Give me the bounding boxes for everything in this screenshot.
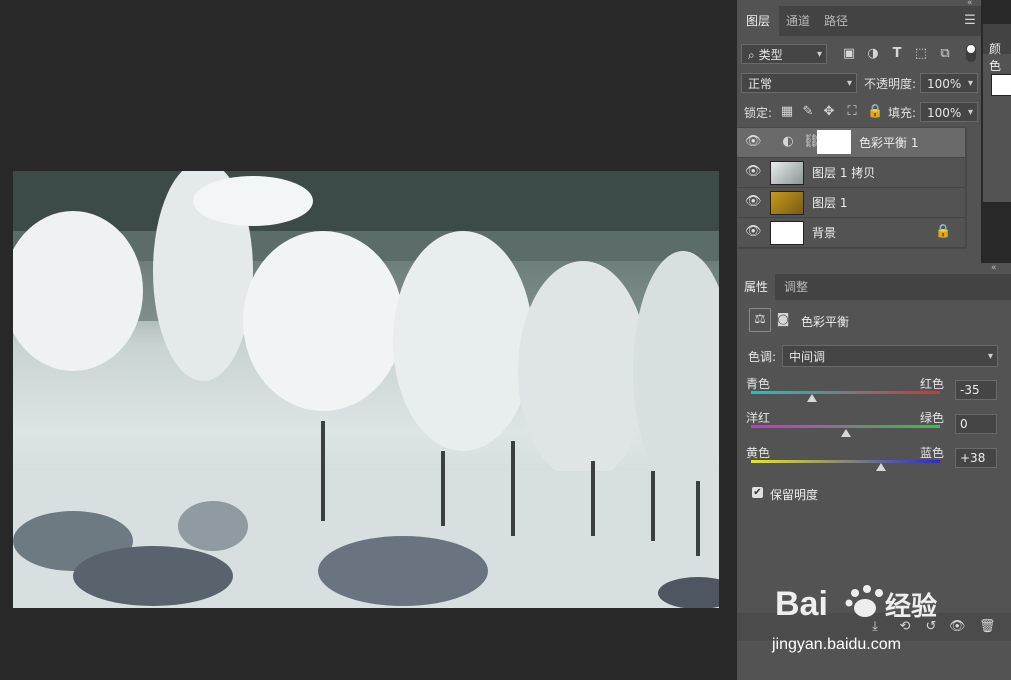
visibility-eye-icon[interactable]: 👁	[745, 164, 762, 180]
lock-all-icon[interactable]: 🔒	[867, 104, 883, 120]
canvas-image[interactable]	[13, 171, 719, 608]
filter-adjustment-icon[interactable]: ◑	[866, 46, 880, 62]
lock-label: 锁定:	[744, 106, 773, 120]
slider-label-magenta: 洋红	[746, 411, 771, 425]
chevron-down-icon: ▾	[816, 49, 822, 60]
yellow-blue-slider-knob[interactable]	[876, 463, 887, 471]
watermark-url: jingyan.baidu.com	[772, 636, 901, 653]
fill-value: 100%	[927, 106, 962, 120]
tab-paths[interactable]: 路径	[817, 6, 855, 36]
chevron-down-icon: ▾	[846, 78, 852, 89]
visibility-eye-icon[interactable]: 👁	[745, 134, 762, 150]
visibility-eye-icon[interactable]: 👁	[745, 224, 762, 240]
filter-text-icon[interactable]: T	[890, 46, 904, 62]
filter-toggle[interactable]	[966, 44, 976, 62]
magenta-green-slider-knob[interactable]	[840, 429, 851, 437]
opacity-input[interactable]: 100% ▾	[920, 73, 978, 93]
tab-properties[interactable]: 属性	[737, 274, 775, 300]
tab-adjustments[interactable]: 调整	[777, 274, 815, 300]
tone-value: 中间调	[789, 350, 826, 364]
magenta-green-track[interactable]	[751, 425, 940, 428]
panel-menu-icon[interactable]: ☰	[963, 13, 977, 29]
slider-label-red: 红色	[920, 377, 945, 391]
foreground-color-swatch[interactable]	[991, 74, 1011, 96]
cyan-red-value[interactable]: -35	[955, 380, 997, 400]
mask-icon[interactable]: ◙	[775, 312, 791, 328]
slider-label-cyan: 青色	[746, 377, 771, 391]
properties-tabbar: 属性 调整	[737, 274, 1011, 300]
filter-smart-object-icon[interactable]: ⧉	[938, 46, 952, 62]
properties-title: 色彩平衡	[801, 315, 850, 329]
chevron-down-icon: ▾	[967, 107, 973, 118]
opacity-label: 不透明度:	[864, 77, 917, 91]
slider-label-green: 绿色	[920, 411, 945, 425]
collapse-icon[interactable]: «	[967, 0, 981, 8]
layer-thumbnail	[770, 191, 804, 215]
fill-label: 填充:	[888, 106, 917, 120]
chevron-down-icon: ▾	[987, 351, 993, 362]
layer-row-layer1-copy[interactable]: 👁 图层 1 拷贝	[737, 158, 965, 188]
delete-trash-icon[interactable]: 🗑	[979, 619, 996, 635]
lock-position-icon[interactable]: ✥	[822, 104, 836, 120]
tab-layers[interactable]: 图层	[737, 6, 779, 36]
lock-brush-icon[interactable]: ✎	[801, 104, 815, 120]
yellow-blue-track[interactable]	[751, 460, 940, 463]
preserve-luminosity-label: 保留明度	[770, 488, 819, 502]
layer-name: 背景	[812, 226, 837, 240]
layer-thumbnail	[770, 161, 804, 185]
cyan-red-track[interactable]	[751, 391, 940, 394]
slider-label-blue: 蓝色	[920, 446, 945, 460]
landscape-photo	[13, 171, 719, 608]
blend-mode-value: 正常	[748, 77, 773, 91]
balance-scale-icon[interactable]: ⚖	[749, 308, 771, 332]
filter-shape-icon[interactable]: ⬚	[914, 46, 928, 62]
link-chain-icon[interactable]: ⛓	[803, 134, 820, 150]
tab-channels[interactable]: 通道	[779, 6, 817, 36]
color-panel: 颜色	[983, 24, 1011, 202]
lock-transparent-icon[interactable]: ▦	[780, 104, 794, 120]
slider-label-yellow: 黄色	[746, 446, 771, 460]
visibility-eye-icon[interactable]: 👁	[745, 194, 762, 210]
opacity-value: 100%	[927, 77, 962, 91]
layer-filter-select[interactable]: ⌕ 类型 ▾	[741, 44, 827, 64]
layer-row-color-balance[interactable]: 👁 ◐ ⛓ 色彩平衡 1	[737, 128, 965, 158]
yellow-blue-value[interactable]: +38	[955, 448, 997, 468]
filter-image-icon[interactable]: ▣	[842, 46, 856, 62]
layer-filter-value: 类型	[758, 48, 783, 62]
lock-icon: 🔒	[935, 224, 952, 239]
svg-text:Bai: Bai	[775, 585, 828, 623]
adjustment-layer-icon: ◐	[782, 134, 794, 149]
layer-name: 色彩平衡 1	[859, 136, 919, 150]
layer-thumbnail	[770, 221, 804, 245]
tone-select[interactable]: 中间调 ▾	[782, 345, 998, 367]
lock-artboard-icon[interactable]: ⛶	[845, 104, 859, 120]
cyan-red-slider-knob[interactable]	[807, 394, 818, 402]
tab-color[interactable]: 颜色	[989, 40, 1011, 74]
layer-name: 图层 1	[812, 196, 848, 210]
layer-row-background[interactable]: 👁 背景 🔒	[737, 218, 965, 248]
collapse-icon[interactable]: «	[991, 263, 997, 273]
magenta-green-value[interactable]: 0	[955, 414, 997, 434]
blend-mode-select[interactable]: 正常 ▾	[741, 73, 857, 93]
layer-name: 图层 1 拷贝	[812, 166, 876, 180]
layers-tabbar: 图层 通道 路径 ☰	[737, 6, 981, 36]
chevron-down-icon: ▾	[967, 78, 973, 89]
watermark-logo: Bai 经验	[775, 583, 965, 623]
search-icon: ⌕	[748, 48, 755, 62]
preserve-luminosity-checkbox[interactable]: ✔	[752, 487, 763, 498]
tone-label: 色调:	[748, 350, 777, 364]
fill-input[interactable]: 100% ▾	[920, 102, 978, 122]
layer-mask-thumbnail[interactable]	[817, 130, 851, 154]
layer-row-layer1[interactable]: 👁 图层 1	[737, 188, 965, 218]
svg-text:经验: 经验	[885, 591, 937, 622]
